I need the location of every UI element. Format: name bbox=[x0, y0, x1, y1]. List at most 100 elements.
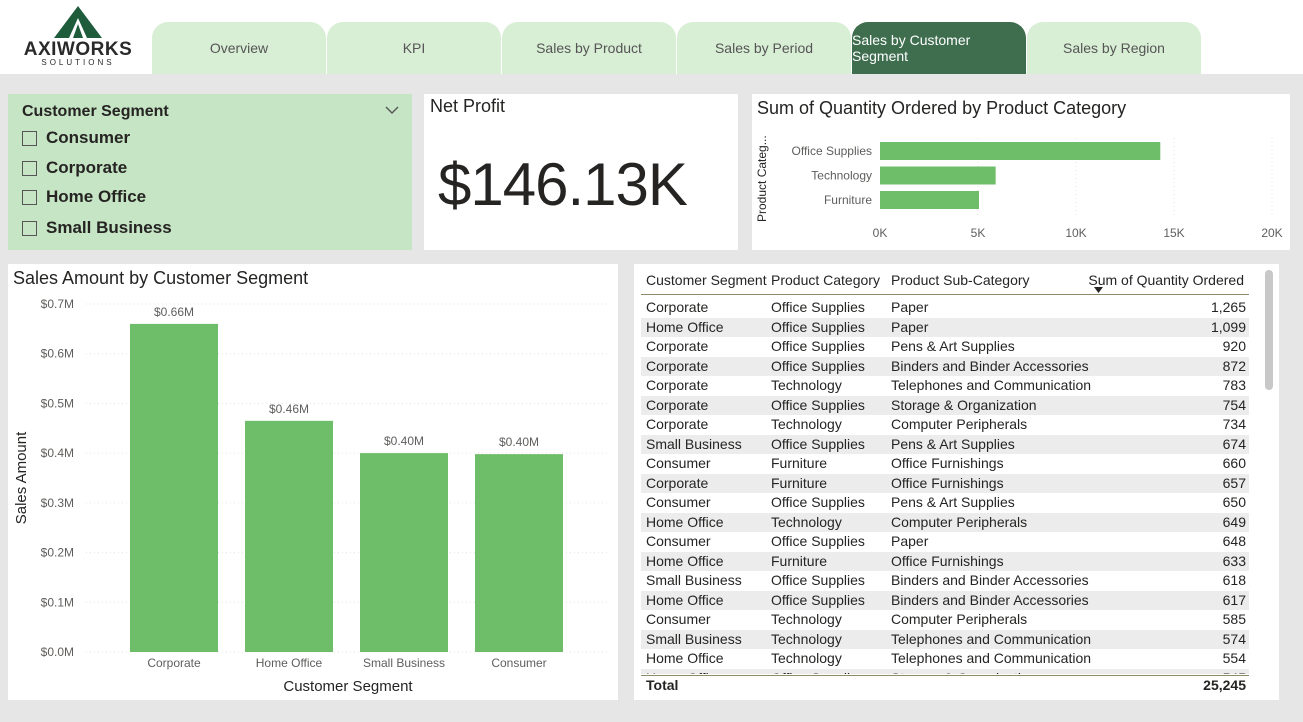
table-row[interactable]: Corporate Technology Telephones and Commun… bbox=[641, 376, 1249, 396]
cell-category: Technology bbox=[771, 650, 842, 666]
x-tick-label: 10K bbox=[1065, 226, 1086, 240]
category-label: Office Supplies bbox=[792, 144, 873, 158]
cell-category: Furniture bbox=[771, 474, 828, 491]
cell-segment: Consumer bbox=[646, 455, 711, 471]
column-header-category[interactable]: Product Category bbox=[771, 272, 880, 288]
cell-subcategory: Paper bbox=[891, 533, 929, 549]
category-label: Small Business bbox=[363, 656, 445, 670]
x-tick-label: 5K bbox=[971, 226, 986, 240]
tab-overview[interactable]: Overview bbox=[152, 22, 326, 74]
cell-category: Office Supplies bbox=[771, 435, 865, 452]
table-row[interactable]: Home Office Office Supplies Paper 1,099 bbox=[641, 317, 1249, 337]
cell-segment: Small Business bbox=[646, 572, 742, 588]
cell-subcategory: Storage & Organization bbox=[891, 396, 1037, 413]
slicer-option-consumer[interactable]: Consumer bbox=[22, 127, 130, 149]
slicer-option-corporate[interactable]: Corporate bbox=[22, 157, 127, 179]
category-label: Home Office bbox=[256, 656, 323, 670]
quantity-by-category-chart[interactable]: Sum of Quantity Ordered by Product Categ… bbox=[752, 94, 1290, 250]
table-scrollbar[interactable] bbox=[1265, 270, 1273, 390]
table-row[interactable]: Corporate Office Supplies Binders and Bind… bbox=[641, 356, 1249, 376]
cell-subcategory: Telephones and Communication bbox=[891, 650, 1092, 666]
cell-quantity: 650 bbox=[1222, 494, 1246, 510]
cell-segment: Home Office bbox=[646, 318, 724, 335]
table-row[interactable]: Small Business Technology Telephones and C… bbox=[641, 629, 1249, 649]
x-tick-label: 20K bbox=[1261, 226, 1282, 240]
cell-subcategory: Computer Peripherals bbox=[891, 611, 1028, 627]
cell-segment: Small Business bbox=[646, 630, 742, 647]
table-row[interactable]: Corporate Office Supplies Pens & Art Suppl… bbox=[641, 337, 1249, 357]
cell-category: Technology bbox=[771, 611, 842, 627]
category-label: Consumer bbox=[491, 656, 546, 670]
cell-segment: Home Office bbox=[646, 513, 724, 530]
cell-segment: Home Office bbox=[646, 670, 724, 675]
tab-sales-by-product[interactable]: Sales by Product bbox=[502, 22, 676, 74]
cell-category: Office Supplies bbox=[771, 318, 865, 335]
cell-subcategory: Computer Peripherals bbox=[891, 513, 1028, 530]
cell-subcategory: Pens & Art Supplies bbox=[891, 435, 1015, 452]
column-header-subcategory[interactable]: Product Sub-Category bbox=[891, 272, 1030, 288]
slicer-option-label: Home Office bbox=[46, 187, 147, 206]
category-label: Technology bbox=[811, 169, 872, 183]
slicer-option-home-office[interactable]: Home Office bbox=[22, 186, 146, 208]
card-value: $146.13K bbox=[438, 151, 688, 218]
tab-kpi[interactable]: KPI bbox=[327, 22, 501, 74]
cell-subcategory: Office Furnishings bbox=[891, 552, 1004, 569]
y-tick-label: $0.4M bbox=[41, 446, 74, 460]
column-header-quantity[interactable]: Sum of Quantity Ordered bbox=[1088, 272, 1244, 288]
quantity-table[interactable]: Customer Segment Product Category Produc… bbox=[634, 264, 1279, 700]
bar bbox=[475, 454, 563, 652]
bar bbox=[880, 191, 979, 209]
table-row[interactable]: Consumer Furniture Office Furnishings 660 bbox=[641, 454, 1249, 474]
table-row[interactable]: Home Office Technology Telephones and Comm… bbox=[641, 649, 1249, 669]
tab-sales-by-region[interactable]: Sales by Region bbox=[1027, 22, 1201, 74]
chevron-down-icon[interactable] bbox=[384, 102, 400, 118]
table-row[interactable]: Corporate Office Supplies Paper 1,265 bbox=[641, 298, 1249, 318]
net-profit-card[interactable]: Net Profit $146.13K bbox=[424, 94, 738, 250]
cell-segment: Consumer bbox=[646, 611, 711, 627]
x-axis-label: Customer Segment bbox=[283, 678, 413, 695]
table-row[interactable]: Consumer Office Supplies Paper 648 bbox=[641, 532, 1249, 552]
tab-sales-by-customer-segment[interactable]: Sales by Customer Segment bbox=[852, 22, 1026, 74]
company-logo: AXIWORKS SOLUTIONS bbox=[20, 6, 136, 70]
cell-quantity: 618 bbox=[1222, 572, 1246, 588]
table-row[interactable]: Corporate Office Supplies Storage & Organi… bbox=[641, 395, 1249, 415]
logo-subtitle: SOLUTIONS bbox=[41, 58, 115, 67]
bar bbox=[130, 323, 218, 652]
sales-by-segment-chart[interactable]: Sales Amount by Customer Segment $0.0M $0… bbox=[8, 264, 618, 700]
table-row[interactable]: Small Business Office Supplies Pens & Art … bbox=[641, 434, 1249, 454]
column-header-segment[interactable]: Customer Segment bbox=[646, 272, 767, 288]
table-row[interactable]: Home Office Furniture Office Furnishings 63… bbox=[641, 551, 1249, 571]
table-row[interactable]: Home Office Office Supplies Storage & Orga… bbox=[641, 668, 1249, 675]
cell-quantity: 649 bbox=[1222, 513, 1246, 530]
table-row[interactable]: Corporate Furniture Office Furnishings 657 bbox=[641, 473, 1249, 493]
cell-quantity: 1,099 bbox=[1210, 318, 1246, 335]
cell-segment: Corporate bbox=[646, 338, 709, 354]
cell-quantity: 920 bbox=[1222, 338, 1246, 354]
table-row[interactable]: Consumer Technology Computer Peripherals 58… bbox=[641, 610, 1249, 630]
data-label: $0.40M bbox=[499, 435, 539, 449]
checkbox[interactable] bbox=[22, 189, 37, 205]
table-row[interactable]: Home Office Office Supplies Binders and Bi… bbox=[641, 590, 1249, 610]
sort-descending-icon[interactable] bbox=[1094, 287, 1103, 293]
table-row[interactable]: Home Office Technology Computer Peripheral… bbox=[641, 512, 1249, 532]
checkbox[interactable] bbox=[22, 130, 37, 146]
cell-category: Office Supplies bbox=[771, 670, 865, 675]
cell-category: Office Supplies bbox=[771, 494, 865, 510]
cell-segment: Consumer bbox=[646, 494, 711, 510]
cell-segment: Corporate bbox=[646, 396, 709, 413]
checkbox[interactable] bbox=[22, 220, 37, 236]
checkbox[interactable] bbox=[22, 160, 37, 176]
cell-quantity: 1,265 bbox=[1210, 299, 1246, 315]
data-label: $0.40M bbox=[384, 434, 424, 448]
card-title: Net Profit bbox=[430, 96, 506, 116]
table-body: Corporate Office Supplies Paper 1,265 Home O… bbox=[641, 296, 1249, 674]
table-row[interactable]: Small Business Office Supplies Binders and… bbox=[641, 571, 1249, 591]
category-label: Furniture bbox=[824, 193, 872, 207]
table-row[interactable]: Consumer Office Supplies Pens & Art Suppli… bbox=[641, 493, 1249, 513]
tab-sales-by-period[interactable]: Sales by Period bbox=[677, 22, 851, 74]
cell-quantity: 633 bbox=[1222, 552, 1246, 569]
slicer-option-small-business[interactable]: Small Business bbox=[22, 217, 172, 239]
data-label: $0.66M bbox=[154, 305, 194, 319]
table-row[interactable]: Corporate Technology Computer Peripherals 7… bbox=[641, 415, 1249, 435]
cell-subcategory: Storage & Organization bbox=[891, 670, 1037, 675]
